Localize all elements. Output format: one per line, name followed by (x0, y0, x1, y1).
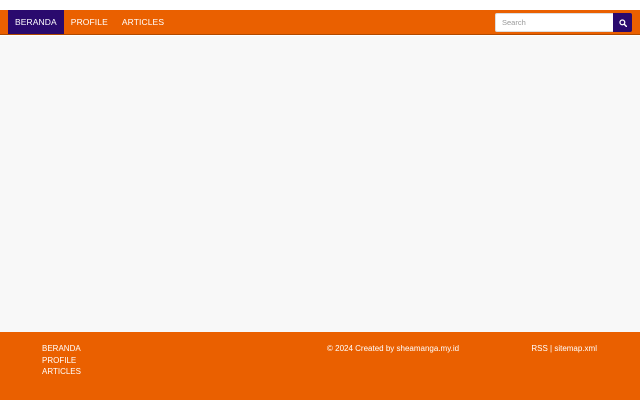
nav-item-articles[interactable]: ARTICLES (115, 10, 171, 34)
search-button[interactable] (613, 13, 632, 32)
main-content (0, 36, 640, 332)
nav-item-beranda[interactable]: BERANDA (8, 10, 64, 34)
top-navbar: BERANDA PROFILE ARTICLES (0, 10, 640, 35)
sitemap-link[interactable]: sitemap.xml (554, 344, 597, 353)
copyright-text: © 2024 Created by sheamanga.my.id (327, 344, 460, 353)
footer-nav: BERANDA PROFILE ARTICLES (42, 344, 81, 377)
footer-link-beranda[interactable]: BERANDA (42, 344, 81, 354)
search-icon (618, 18, 627, 27)
feed-links: RSS | sitemap.xml (531, 344, 597, 354)
footer-link-profile[interactable]: PROFILE (42, 356, 81, 366)
nav-item-profile[interactable]: PROFILE (64, 10, 115, 34)
footer-link-articles[interactable]: ARTICLES (42, 367, 81, 377)
search-form (495, 13, 632, 32)
footer: BERANDA PROFILE ARTICLES © 2024 Created … (0, 332, 640, 400)
search-input[interactable] (495, 13, 613, 32)
rss-link[interactable]: RSS (531, 344, 547, 353)
